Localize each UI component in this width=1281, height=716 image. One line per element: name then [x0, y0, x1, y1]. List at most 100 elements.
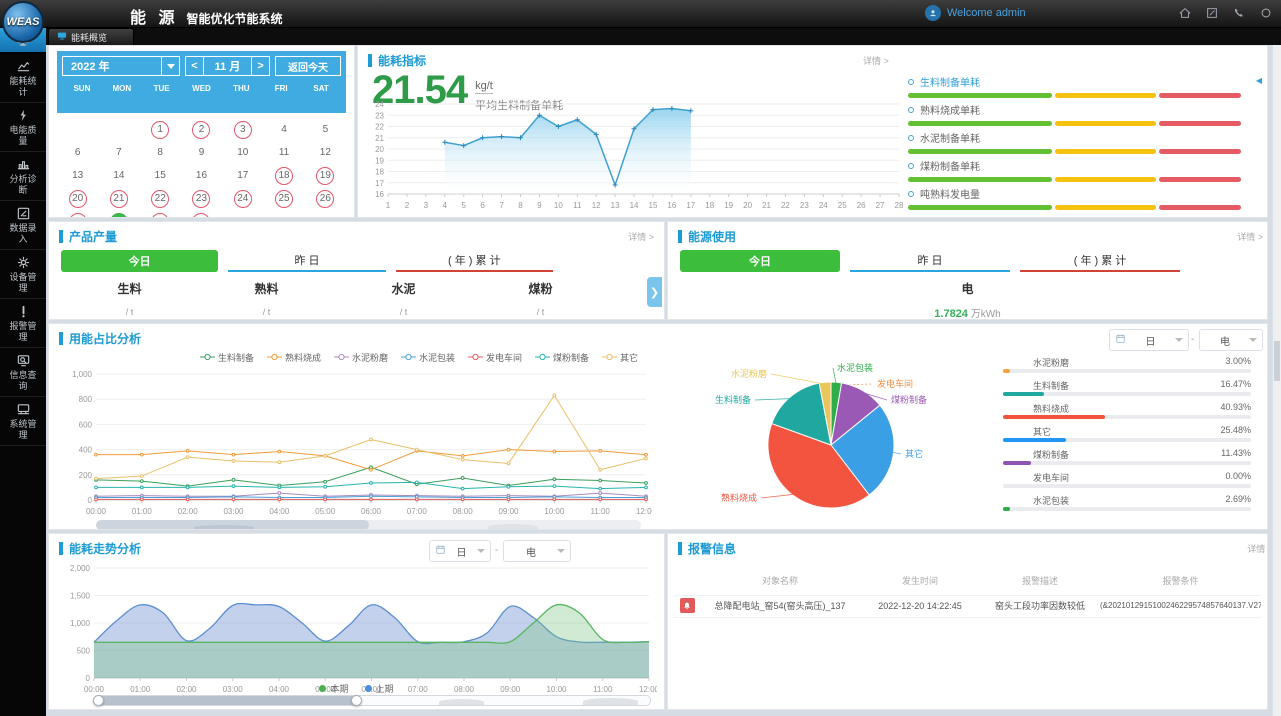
day-16[interactable]: 16	[192, 167, 210, 185]
year-select[interactable]: 2022 年	[62, 56, 180, 76]
sidebar-item-信息查询[interactable]: 信息查询	[0, 348, 46, 397]
day-23[interactable]: 23	[192, 190, 210, 208]
svg-text:21: 21	[762, 201, 771, 210]
legend-item[interactable]: 生料制备	[200, 351, 254, 364]
prev-month-button[interactable]: <	[186, 57, 204, 75]
phone-icon[interactable]	[1232, 6, 1246, 20]
day-11[interactable]: 11	[275, 144, 293, 162]
legend-item[interactable]: 煤粉制备	[535, 351, 589, 364]
period-select[interactable]: 日	[429, 540, 491, 562]
more-icon[interactable]	[1259, 6, 1273, 20]
datazoom-left-handle[interactable]	[93, 695, 104, 706]
sidebar-item-能耗统计[interactable]: 能耗统计	[0, 54, 46, 103]
legend-item[interactable]: 本期	[319, 682, 348, 695]
scrollbar-thumb[interactable]	[1274, 341, 1280, 381]
product-tab[interactable]: 今日	[61, 250, 218, 272]
legend-item[interactable]: 水泥包装	[401, 351, 455, 364]
sidebar-item-数据录入[interactable]: 数据录入	[0, 201, 46, 250]
day-5[interactable]: 5	[316, 121, 334, 139]
day-27[interactable]: 27	[69, 213, 87, 219]
detail-link[interactable]: 详情 >	[1247, 542, 1268, 555]
day-4[interactable]: 4	[275, 121, 293, 139]
day-3[interactable]: 3	[234, 121, 252, 139]
day-26[interactable]: 26	[316, 190, 334, 208]
legend-item[interactable]: 上期	[365, 682, 394, 695]
legend-item[interactable]: 发电车间	[468, 351, 522, 364]
product-tab[interactable]: 昨 日	[228, 250, 385, 272]
day-25[interactable]: 25	[275, 190, 293, 208]
ranking-fill	[1003, 507, 1010, 511]
day-19[interactable]: 19	[316, 167, 334, 185]
indicator-label[interactable]: 熟料烧成单耗	[920, 102, 980, 117]
day-18[interactable]: 18	[275, 167, 293, 185]
detail-link[interactable]: 详情 >	[628, 230, 654, 243]
day-28-selected[interactable]: 28	[110, 213, 128, 219]
period-select[interactable]: 日	[1109, 329, 1189, 351]
legend-label: 其它	[620, 351, 638, 364]
trend-datazoom-slider[interactable]	[94, 695, 651, 706]
day-9[interactable]: 9	[192, 144, 210, 162]
day-13[interactable]: 13	[69, 167, 87, 185]
legend-item[interactable]: 其它	[602, 351, 638, 364]
day-12[interactable]: 12	[316, 144, 334, 162]
sidebar-item-label: 能耗统计	[8, 76, 38, 98]
day-22[interactable]: 22	[151, 190, 169, 208]
day-24[interactable]: 24	[234, 190, 252, 208]
indicator-label[interactable]: 生料制备单耗	[920, 74, 980, 89]
day-20[interactable]: 20	[69, 190, 87, 208]
day-15[interactable]: 15	[151, 167, 169, 185]
indicator-label[interactable]: 煤粉制备单耗	[920, 158, 980, 173]
welcome-user[interactable]: Welcome admin	[925, 5, 1026, 21]
indicator-label[interactable]: 水泥制备单耗	[920, 130, 980, 145]
energy-use-tab[interactable]: 今日	[680, 250, 840, 272]
tab-energy-overview[interactable]: 能耗概览	[48, 28, 134, 45]
detail-link[interactable]: 详情 >	[1237, 230, 1263, 243]
vertical-scrollbar[interactable]	[1272, 45, 1281, 716]
legend-item[interactable]: 水泥粉磨	[334, 351, 388, 364]
legend-item[interactable]: 熟料烧成	[267, 351, 321, 364]
ratio-datazoom-slider[interactable]	[96, 520, 641, 530]
next-month-button[interactable]: >	[251, 57, 269, 75]
carousel-prev-icon[interactable]: ◀	[1256, 76, 1262, 85]
back-to-today-button[interactable]: 返回今天	[275, 56, 341, 76]
day-17[interactable]: 17	[234, 167, 252, 185]
energy-type-select[interactable]: 电	[1199, 329, 1263, 351]
day-2[interactable]: 2	[192, 121, 210, 139]
svg-text:24: 24	[819, 201, 828, 210]
sidebar-item-报警管理[interactable]: 报警管理	[0, 299, 46, 348]
select-dash: -	[495, 545, 498, 556]
day-21[interactable]: 21	[110, 190, 128, 208]
day-29[interactable]: 29	[151, 213, 169, 219]
sidebar-item-设备管理[interactable]: 设备管理	[0, 250, 46, 299]
indicator-label-row: 煤粉制备单耗	[908, 158, 1241, 173]
ranking-value: 40.93%	[1220, 402, 1251, 412]
indicator-label[interactable]: 吨熟料发电量	[920, 186, 980, 201]
svg-text:19: 19	[724, 201, 733, 210]
datazoom-right-handle[interactable]	[351, 695, 362, 706]
sidebar-item-分析诊断[interactable]: 分析诊断	[0, 152, 46, 201]
energy-use-tab[interactable]: 昨 日	[850, 250, 1010, 272]
edit-icon[interactable]	[1205, 6, 1219, 20]
sidebar-item-电能质量[interactable]: 电能质量	[0, 103, 46, 152]
energy-type-select[interactable]: 电	[503, 540, 571, 562]
day-10[interactable]: 10	[234, 144, 252, 162]
energy-use-tab[interactable]: ( 年 ) 累 计	[1020, 250, 1180, 272]
carousel-next-icon[interactable]: ❯	[647, 277, 662, 307]
svg-text:10: 10	[554, 201, 563, 210]
day-30[interactable]: 30	[192, 213, 210, 219]
ranking-row: 发电车间0.00%	[1003, 471, 1251, 493]
day-8[interactable]: 8	[151, 144, 169, 162]
sidebar-item-label: 数据录入	[8, 223, 38, 245]
alarm-row[interactable]: 总降配电站_窑54(窑头高压)_1372022-12-20 14:22:45窑头…	[674, 594, 1261, 618]
svg-text:18: 18	[705, 201, 714, 210]
day-14[interactable]: 14	[110, 167, 128, 185]
detail-link[interactable]: 详情 >	[863, 54, 889, 67]
product-tab[interactable]: ( 年 ) 累 计	[396, 250, 553, 272]
sidebar-item-系统管理[interactable]: 系统管理	[0, 397, 46, 446]
home-icon[interactable]	[1178, 6, 1192, 20]
day-7[interactable]: 7	[110, 144, 128, 162]
day-6[interactable]: 6	[69, 144, 87, 162]
chevron-down-icon	[477, 549, 485, 553]
power-quality-icon	[0, 108, 46, 123]
day-1[interactable]: 1	[151, 121, 169, 139]
